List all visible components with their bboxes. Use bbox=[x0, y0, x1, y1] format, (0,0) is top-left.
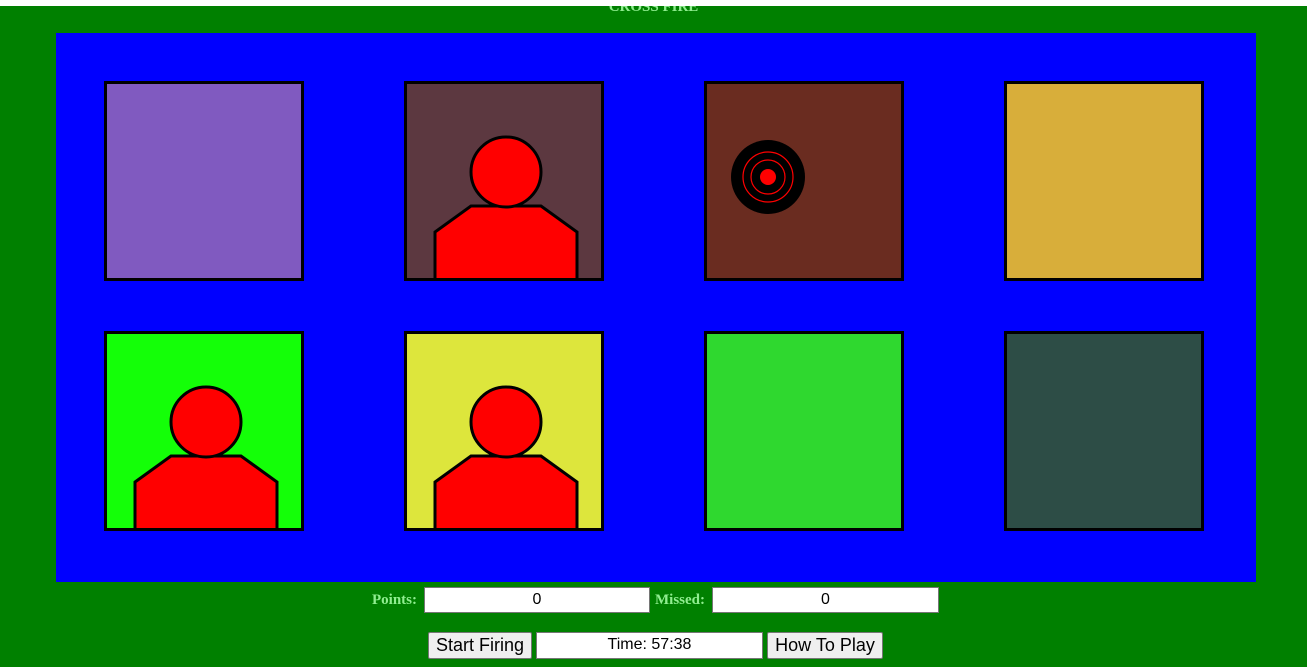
game-page: CROSS FIRE Points: 0 Missed: 0 Start Fir… bbox=[0, 6, 1307, 667]
missed-field: 0 bbox=[712, 587, 939, 613]
target-cell-2[interactable] bbox=[404, 81, 604, 281]
points-field: 0 bbox=[424, 587, 650, 613]
crosshair-icon bbox=[731, 140, 805, 214]
enemy-figure-icon[interactable] bbox=[407, 84, 601, 278]
enemy-figure-icon[interactable] bbox=[407, 334, 601, 528]
how-to-play-button[interactable]: How To Play bbox=[767, 632, 883, 659]
game-board bbox=[56, 33, 1256, 582]
target-cell-3[interactable] bbox=[704, 81, 904, 281]
points-label: Points: bbox=[372, 592, 417, 608]
game-title: CROSS FIRE bbox=[608, 6, 699, 15]
target-cell-1[interactable] bbox=[104, 81, 304, 281]
score-row: Points: 0 Missed: 0 bbox=[0, 587, 1307, 613]
target-cell-8[interactable] bbox=[1004, 331, 1204, 531]
time-display: Time: 57:38 bbox=[536, 632, 763, 659]
start-firing-button[interactable]: Start Firing bbox=[428, 632, 532, 659]
enemy-figure-icon[interactable] bbox=[107, 334, 301, 528]
missed-label: Missed: bbox=[655, 592, 705, 608]
target-cell-5[interactable] bbox=[104, 331, 304, 531]
target-cell-4[interactable] bbox=[1004, 81, 1204, 281]
target-cell-6[interactable] bbox=[404, 331, 604, 531]
target-cell-7[interactable] bbox=[704, 331, 904, 531]
